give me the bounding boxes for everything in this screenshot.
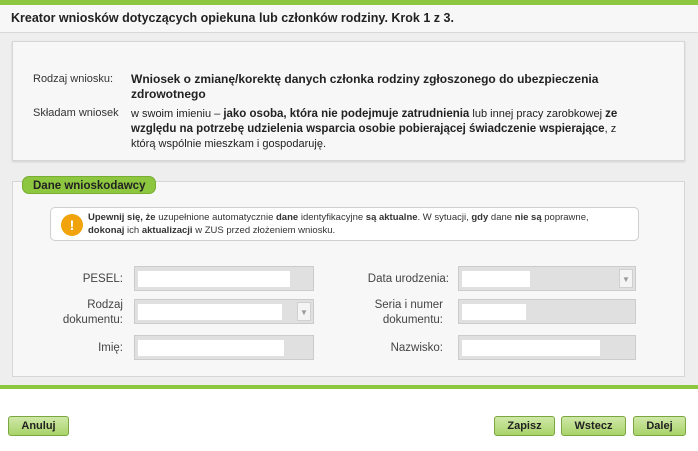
birth-date-select[interactable]: ▼	[458, 266, 636, 291]
chevron-down-icon[interactable]: ▼	[297, 302, 311, 321]
submit-as-line1: w swoim imieniu – jako osoba, która nie …	[131, 107, 617, 122]
notice-bold: aktualizacji	[141, 225, 193, 236]
first-name-label: Imię:	[98, 342, 123, 354]
chevron-down-icon[interactable]: ▼	[619, 269, 633, 288]
notice-bold: Upewnij się, że	[88, 212, 156, 223]
cancel-button[interactable]: Anuluj	[8, 416, 69, 436]
birth-date-label: Data urodzenia:	[367, 273, 449, 285]
doc-number-value	[462, 304, 526, 320]
submit-text: w swoim imieniu –	[131, 108, 224, 120]
doc-type-select[interactable]: ▼	[134, 299, 314, 324]
notice-span: . W sytuacji,	[417, 212, 472, 223]
notice-span: w ZUS przed złożeniem wniosku.	[192, 225, 336, 236]
pesel-value	[138, 271, 290, 287]
birth-date-value	[462, 271, 530, 287]
last-name-value	[462, 340, 600, 356]
doc-type-label-2: dokumentu:	[62, 314, 123, 326]
doc-number-label-1: Seria i numer	[374, 299, 443, 311]
last-name-field[interactable]	[458, 335, 636, 360]
page-title: Kreator wniosków dotyczących opiekuna lu…	[11, 11, 454, 25]
notice-span: dane	[488, 212, 515, 223]
back-button[interactable]: Wstecz	[561, 416, 626, 436]
notice-span: poprawne,	[541, 212, 589, 223]
doc-number-label-2: dokumentu:	[382, 314, 443, 326]
title-bar: Kreator wniosków dotyczących opiekuna lu…	[0, 0, 698, 33]
pesel-label: PESEL:	[82, 273, 123, 285]
notice-bold: gdy	[471, 212, 489, 223]
pesel-field[interactable]	[134, 266, 314, 291]
save-button[interactable]: Zapisz	[494, 416, 555, 436]
last-name-label: Nazwisko:	[390, 342, 443, 354]
notice-span: identyfikacyjne	[298, 212, 366, 223]
section-title: Dane wnioskodawcy	[22, 176, 157, 194]
submit-text: , z	[604, 123, 617, 135]
doc-type-label-1: Rodzaj	[87, 299, 123, 311]
notice-bold: nie są	[514, 212, 542, 223]
notice-bold: są aktualne	[365, 212, 418, 223]
request-type-value-line1: Wniosek o zmianę/korektę danych członka …	[131, 72, 599, 86]
doc-type-value	[138, 304, 282, 320]
applicant-data-section: Dane wnioskodawcy ! Upewnij się, że uzup…	[12, 176, 685, 377]
submit-as-label: Składam wniosek	[33, 107, 119, 119]
submit-as-line2: względu na potrzebę udzielenia wsparcia …	[131, 122, 616, 137]
notice-box: ! Upewnij się, że uzupełnione automatycz…	[50, 207, 639, 241]
doc-number-field[interactable]	[458, 299, 636, 324]
submit-text: lub innej pracy zarobkowej	[469, 108, 606, 120]
submit-text-bold: ze	[605, 108, 618, 120]
first-name-value	[138, 340, 284, 356]
content-area: Rodzaj wniosku: Wniosek o zmianę/korektę…	[0, 33, 698, 389]
submit-as-line3: którą wspólnie mieszkam i gospodaruję.	[131, 138, 327, 150]
first-name-field[interactable]	[134, 335, 314, 360]
notice-text: Upewnij się, że uzupełnione automatyczni…	[88, 211, 633, 237]
warning-icon: !	[61, 214, 83, 236]
request-type-value-line2: zdrowotnego	[131, 87, 206, 101]
notice-span: ich	[124, 225, 142, 236]
request-type-label: Rodzaj wniosku:	[33, 73, 114, 85]
submit-text-bold: jako osoba, która nie podejmuje zatrudni…	[223, 108, 470, 120]
notice-span: uzupełnione automatycznie	[155, 212, 276, 223]
notice-bold: dane	[276, 212, 299, 223]
submit-text-bold: względu na potrzebę udzielenia wsparcia …	[131, 123, 605, 135]
notice-bold: dokonaj	[88, 225, 125, 236]
wizard-window: Kreator wniosków dotyczących opiekuna lu…	[0, 0, 698, 451]
request-summary-panel: Rodzaj wniosku: Wniosek o zmianę/korektę…	[12, 41, 685, 161]
next-button[interactable]: Dalej	[633, 416, 686, 436]
